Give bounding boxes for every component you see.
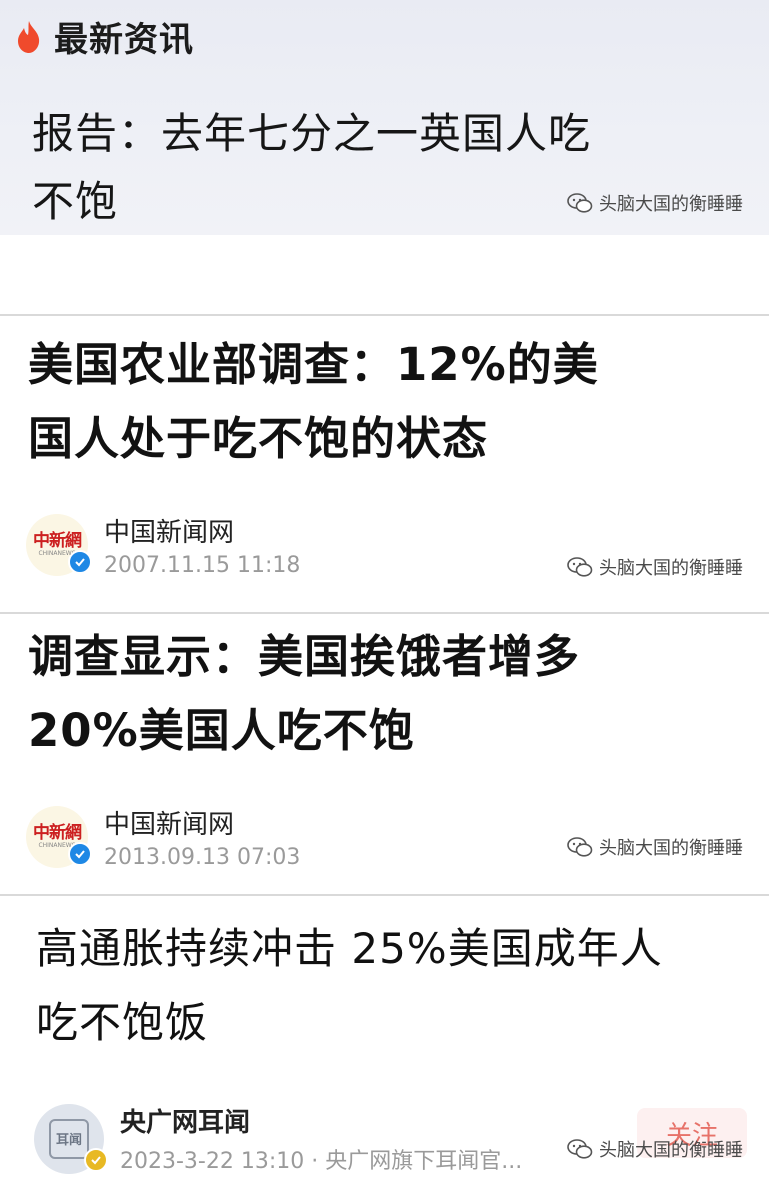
source-avatar[interactable]: 中新網 CHINANEWS	[26, 514, 92, 576]
publish-time: 2013.09.13 07:03	[104, 845, 301, 870]
title-line: 20%美国人吃不饱	[28, 704, 415, 757]
source-row: 中新網 CHINANEWS 中国新闻网 2013.09.13 07:03	[26, 804, 300, 870]
title-line: 吃不饱饭	[36, 998, 209, 1047]
title-line: 美国农业部调查：12%的美	[28, 338, 599, 391]
logo-text: 中新網	[33, 823, 82, 843]
headline-line: 报告：去年七分之一英国人吃	[32, 109, 592, 158]
source-info: 中国新闻网 2013.09.13 07:03	[104, 804, 300, 870]
title-line: 调查显示：美国挨饿者增多	[28, 630, 581, 683]
publish-time: 2007.11.15 11:18	[104, 553, 301, 578]
watermark: 头脑大国的衡睡睡	[567, 190, 743, 216]
publish-time: 2023-3-22 13:10 · 央广网旗下耳闻官...	[120, 1149, 523, 1174]
latest-news-panel: 最新资讯 报告：去年七分之一英国人吃 不饱 头脑大国的衡睡睡	[0, 0, 769, 235]
source-row: 耳闻 央广网耳闻 2023-3-22 13:10 · 央广网旗下耳闻官...	[34, 1102, 522, 1175]
watermark-text: 头脑大国的衡睡睡	[599, 194, 743, 215]
verified-icon	[84, 1147, 108, 1172]
title-line: 高通胀持续冲击 25%美国成年人	[36, 924, 663, 973]
watermark: 头脑大国的衡睡睡	[567, 834, 743, 860]
wechat-icon	[567, 193, 593, 213]
wechat-icon	[567, 837, 593, 857]
wechat-icon	[567, 1139, 593, 1159]
verified-icon	[68, 550, 92, 574]
article-title: 美国农业部调查：12%的美 国人处于吃不饱的状态	[28, 328, 748, 476]
source-name[interactable]: 中国新闻网	[104, 512, 300, 549]
article-title: 调查显示：美国挨饿者增多 20%美国人吃不饱	[28, 620, 748, 768]
logo-text: 中新網	[33, 531, 82, 551]
source-row: 中新網 CHINANEWS 中国新闻网 2007.11.15 11:18	[26, 512, 300, 578]
watermark-text: 头脑大国的衡睡睡	[599, 558, 743, 579]
source-avatar[interactable]: 耳闻	[34, 1103, 108, 1174]
verified-icon	[68, 842, 92, 866]
section-title: 最新资讯	[54, 20, 194, 60]
spacer	[0, 235, 769, 315]
logo-text: 耳闻	[49, 1118, 89, 1159]
watermark: 头脑大国的衡睡睡	[567, 554, 743, 580]
source-name[interactable]: 中国新闻网	[104, 804, 300, 841]
title-line: 国人处于吃不饱的状态	[28, 412, 489, 465]
source-avatar[interactable]: 中新網 CHINANEWS	[26, 806, 92, 868]
source-info: 央广网耳闻 2023-3-22 13:10 · 央广网旗下耳闻官...	[120, 1102, 522, 1175]
watermark-text: 头脑大国的衡睡睡	[599, 1140, 743, 1161]
article-card[interactable]: 调查显示：美国挨饿者增多 20%美国人吃不饱 中新網 CHINANEWS 中国新…	[0, 614, 769, 894]
watermark-text: 头脑大国的衡睡睡	[599, 838, 743, 859]
watermark: 头脑大国的衡睡睡	[567, 1136, 743, 1162]
source-info: 中国新闻网 2007.11.15 11:18	[104, 512, 300, 578]
article-card[interactable]: 高通胀持续冲击 25%美国成年人 吃不饱饭 耳闻 央广网耳闻 2023-3-22…	[0, 896, 769, 1200]
article-card[interactable]: 美国农业部调查：12%的美 国人处于吃不饱的状态 中新網 CHINANEWS 中…	[0, 316, 769, 612]
wechat-icon	[567, 557, 593, 577]
article-title: 高通胀持续冲击 25%美国成年人 吃不饱饭	[36, 912, 756, 1060]
source-name[interactable]: 央广网耳闻	[120, 1102, 522, 1139]
section-header: 最新资讯	[14, 12, 194, 61]
fire-icon	[14, 19, 44, 55]
